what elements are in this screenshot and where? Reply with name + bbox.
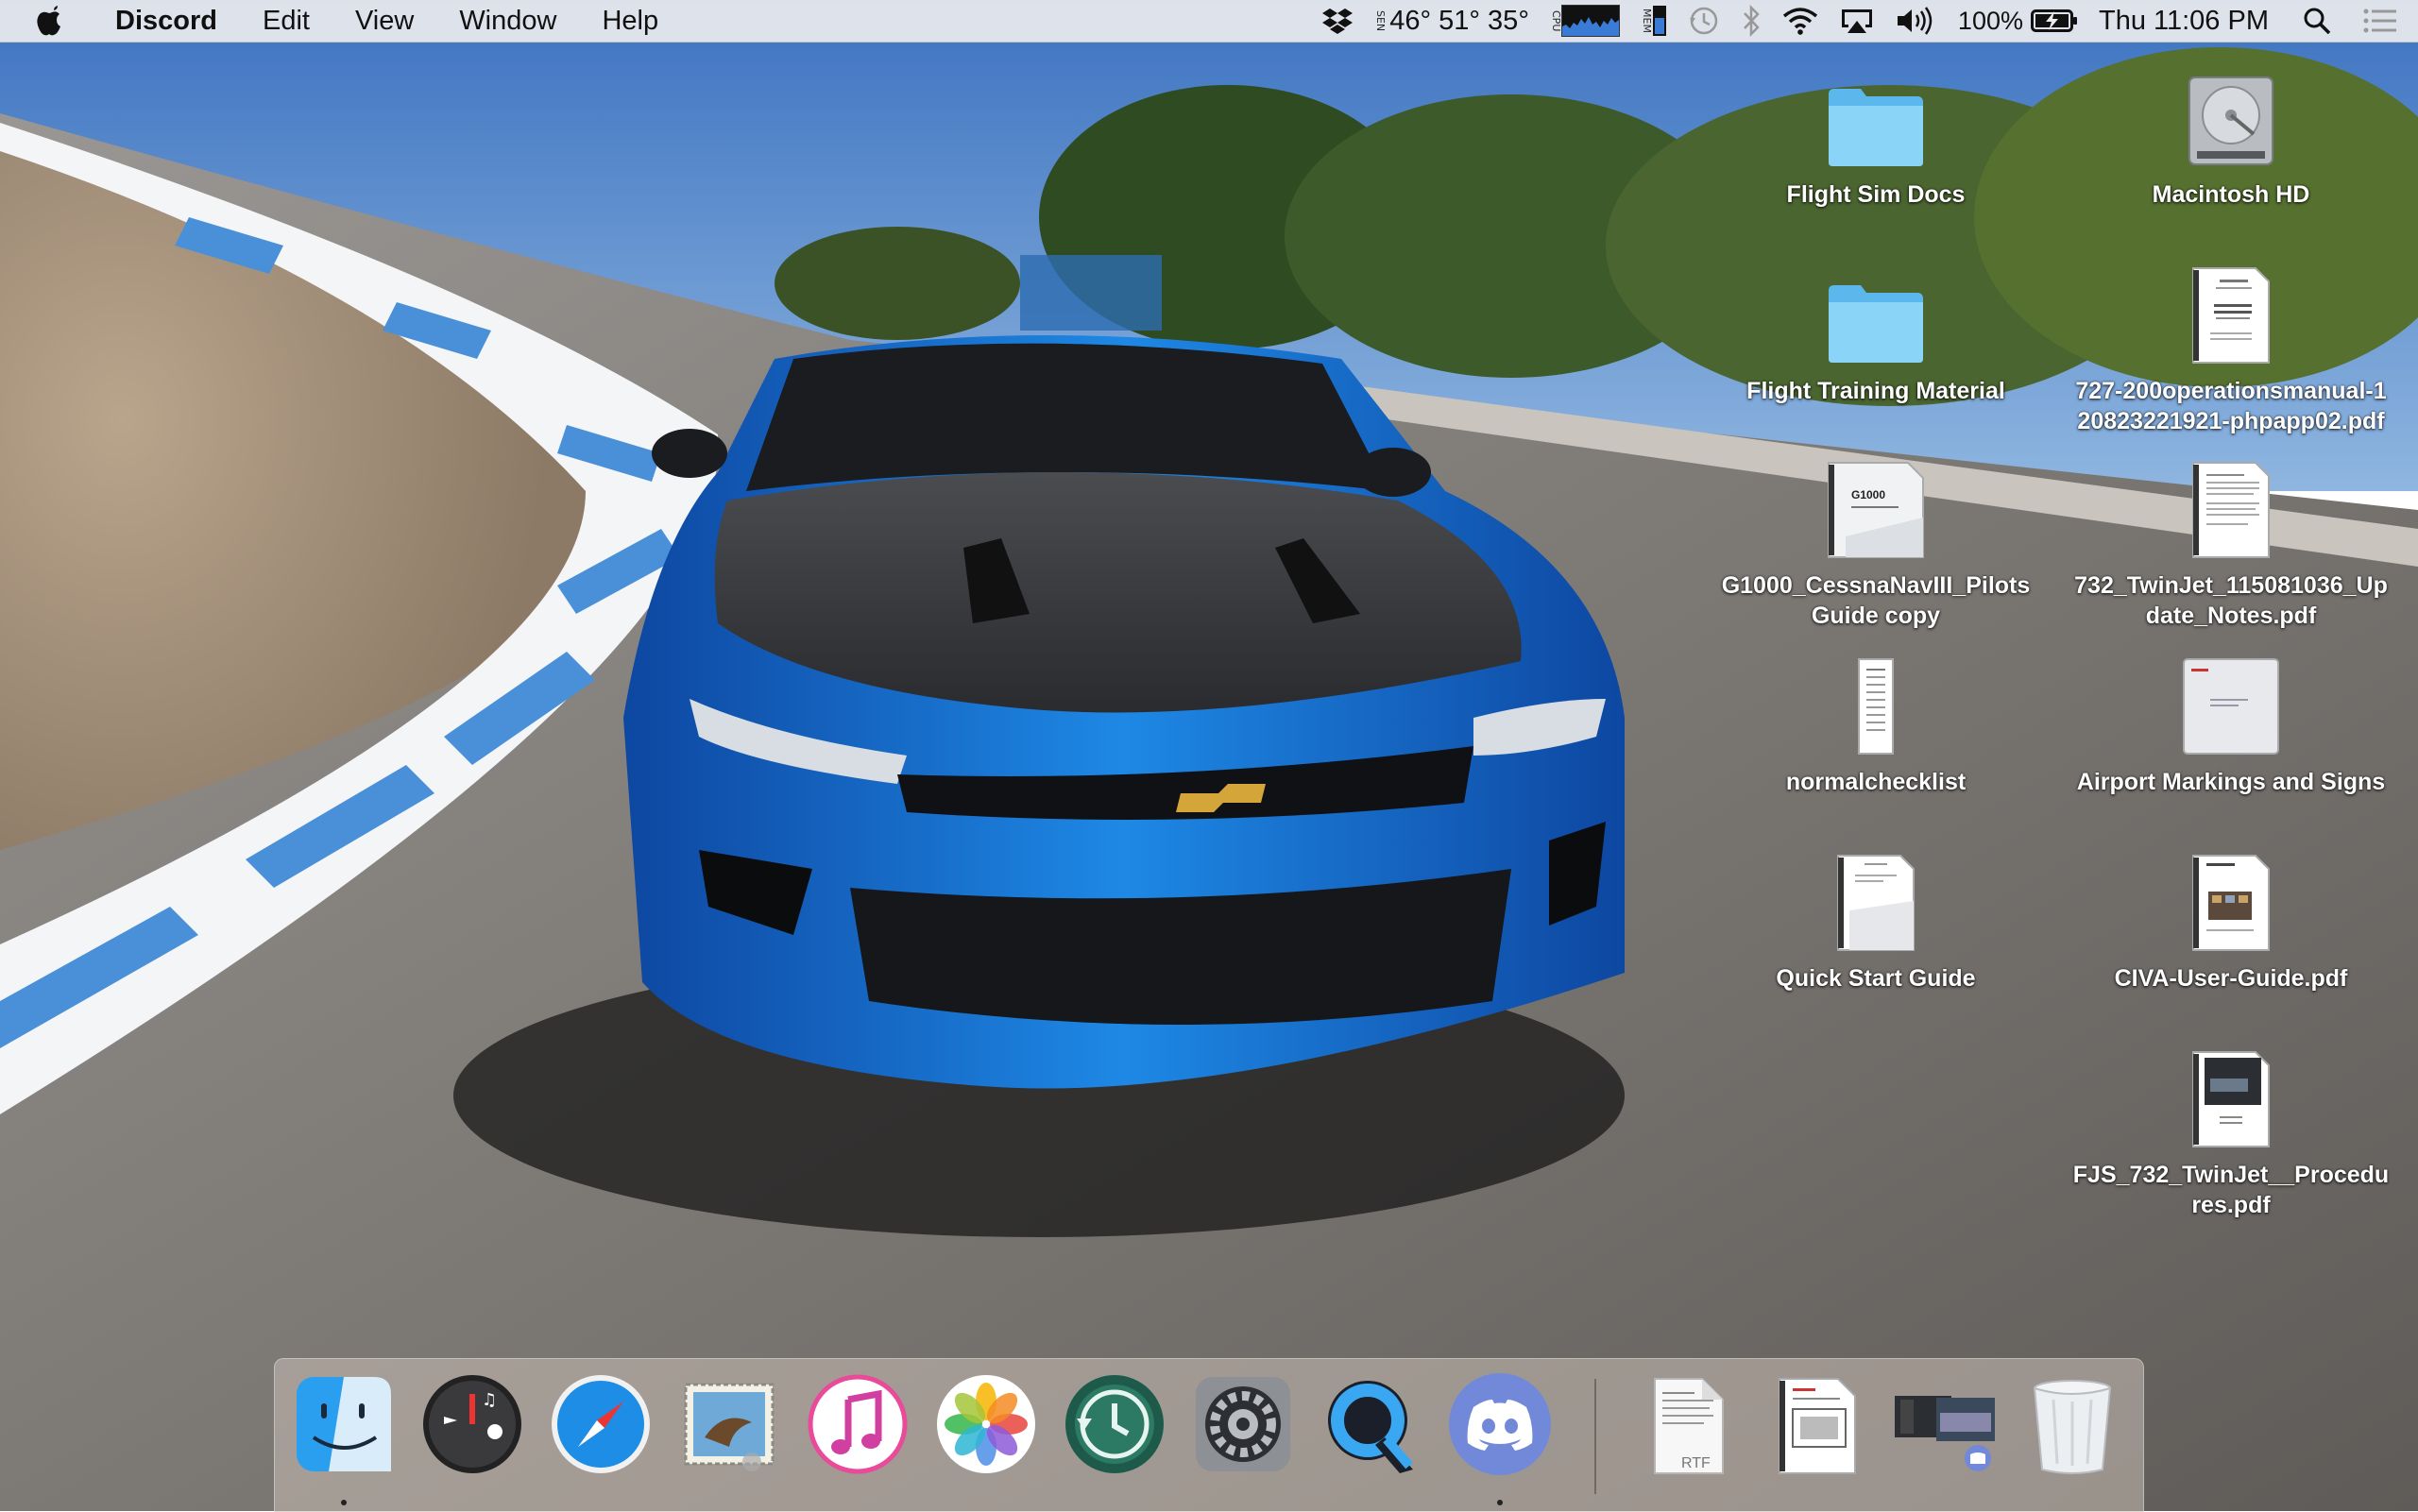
desktop-icon-flight-sim-docs[interactable]: Flight Sim Docs xyxy=(1706,62,2046,210)
menu-bar: Discord Edit View Window Help SEN 46° 51… xyxy=(0,0,2418,42)
system-preferences-icon xyxy=(1196,1377,1290,1471)
pdf-document-icon xyxy=(2192,267,2270,364)
icon-label: Airport Markings and Signs xyxy=(2076,769,2386,795)
volume-icon[interactable] xyxy=(1896,0,1937,42)
dock-item-itunes[interactable] xyxy=(805,1371,911,1477)
icon-label: CIVA-User-Guide.pdf xyxy=(2114,965,2348,992)
dock-item-time-machine[interactable] xyxy=(1062,1371,1167,1477)
icon-label: Quick Start Guide xyxy=(1776,965,1976,992)
desktop-wallpaper xyxy=(0,0,2418,1511)
g1000-thumb-text: G1000 xyxy=(1851,488,1885,501)
pdf-document-icon xyxy=(2192,462,2270,558)
pdf-document-icon xyxy=(2192,1051,2270,1147)
memory-bar-icon xyxy=(1652,6,1666,36)
desktop-icon-civa-user-guide[interactable]: CIVA-User-Guide.pdf xyxy=(2061,846,2401,994)
dock-separator xyxy=(1594,1379,1596,1494)
notification-center-icon[interactable] xyxy=(2363,0,2397,42)
mem-label: MEM xyxy=(1640,8,1653,33)
cpu-graph-icon xyxy=(1560,5,1620,37)
pdf-document-icon xyxy=(1779,1378,1856,1474)
discord-icon xyxy=(1449,1373,1551,1475)
downloads-stack-icon xyxy=(1895,1396,1995,1471)
pdf-document-icon: G1000 xyxy=(1828,462,1924,558)
desktop-icon-quick-start-guide[interactable]: Quick Start Guide xyxy=(1706,846,2046,994)
desktop-icon-airport-markings[interactable]: Airport Markings and Signs xyxy=(2061,650,2401,797)
dashboard-icon: ♫ xyxy=(423,1375,521,1473)
dock-item-trash[interactable] xyxy=(2019,1371,2125,1477)
icon-label: 727-200operationsmanual-120823221921-php… xyxy=(2075,378,2387,434)
dock-item-quicktime[interactable] xyxy=(1319,1371,1424,1477)
dock-item-system-preferences[interactable] xyxy=(1190,1371,1296,1477)
desktop-icon-727-manual-pdf[interactable]: 727-200operationsmanual-120823221921-php… xyxy=(2061,259,2401,436)
folder-icon xyxy=(1829,285,1923,363)
icon-label: Flight Training Material xyxy=(1746,378,2005,404)
menu-help[interactable]: Help xyxy=(579,0,681,42)
app-menu-discord[interactable]: Discord xyxy=(100,0,240,42)
dock-stack-pdf-document[interactable] xyxy=(1762,1371,1868,1477)
time-machine-menu-icon[interactable] xyxy=(1688,0,1720,42)
hard-drive-icon xyxy=(2188,76,2273,165)
time-machine-icon xyxy=(1065,1375,1164,1473)
safari-icon xyxy=(552,1375,650,1473)
rtf-document-icon: RTF xyxy=(1654,1378,1724,1474)
dock-stack-rtf-document[interactable]: RTF xyxy=(1634,1371,1740,1477)
discord-running-indicator xyxy=(1497,1500,1503,1505)
rtf-label: RTF xyxy=(1681,1455,1711,1471)
airplay-icon[interactable] xyxy=(1839,0,1875,42)
icon-label: normalchecklist xyxy=(1785,769,1967,795)
dock-item-photos[interactable] xyxy=(933,1371,1039,1477)
itunes-icon xyxy=(808,1374,908,1474)
desktop-icon-fjs-732-procedures[interactable]: FJS_732_TwinJet__Procedures.pdf xyxy=(2061,1043,2401,1220)
battery-charging-icon xyxy=(2030,9,2077,32)
memory-monitor-menu[interactable]: MEM xyxy=(1641,0,1667,42)
mail-icon xyxy=(684,1383,775,1471)
dock-item-mail[interactable] xyxy=(676,1371,782,1477)
pdf-document-icon xyxy=(1837,855,1915,951)
dock-item-discord[interactable] xyxy=(1447,1371,1553,1477)
pdf-document-icon xyxy=(2192,855,2270,951)
document-icon xyxy=(2183,658,2279,755)
temperature-sensor-menu[interactable]: SEN 46° 51° 35° xyxy=(1374,0,1529,42)
desktop-icon-732-update-notes[interactable]: 732_TwinJet_115081036_Update_Notes.pdf xyxy=(2061,453,2401,631)
menu-edit[interactable]: Edit xyxy=(240,0,332,42)
folder-icon xyxy=(1829,89,1923,166)
battery-menu[interactable]: 100% xyxy=(1958,0,2078,42)
dock-item-safari[interactable] xyxy=(548,1371,654,1477)
spotlight-search-icon[interactable] xyxy=(2303,0,2331,42)
icon-label: FJS_732_TwinJet__Procedures.pdf xyxy=(2072,1162,2390,1218)
icon-label: Flight Sim Docs xyxy=(1786,181,1966,208)
dock-stack-downloads[interactable] xyxy=(1891,1371,1997,1477)
apple-menu-icon[interactable] xyxy=(36,6,62,36)
dropbox-icon[interactable] xyxy=(1321,0,1354,42)
cpu-monitor-menu[interactable]: CPU xyxy=(1550,0,1620,42)
wifi-icon[interactable] xyxy=(1782,0,1818,42)
menu-window[interactable]: Window xyxy=(436,0,579,42)
menu-view[interactable]: View xyxy=(332,0,436,42)
desktop-icon-normalchecklist[interactable]: normalchecklist xyxy=(1706,650,2046,797)
battery-percent: 100% xyxy=(1957,6,2023,35)
desktop-icon-macintosh-hd[interactable]: Macintosh HD xyxy=(2061,62,2401,210)
photos-icon xyxy=(937,1375,1035,1473)
sensor-label: SEN xyxy=(1374,9,1388,32)
desktop-icon-g1000-pilots-guide[interactable]: G1000 G1000_CessnaNavIII_PilotsGuide cop… xyxy=(1706,453,2046,631)
quicktime-icon xyxy=(1328,1381,1413,1473)
cpu-label: CPU xyxy=(1549,9,1562,32)
temperature-readout: 46° 51° 35° xyxy=(1389,5,1529,36)
bluetooth-icon[interactable] xyxy=(1741,0,1762,42)
dock-item-dashboard[interactable]: ♫ xyxy=(419,1371,525,1477)
clock-text: Thu 11:06 PM xyxy=(2098,5,2269,36)
clock-menu[interactable]: Thu 11:06 PM xyxy=(2099,0,2269,42)
finder-running-indicator xyxy=(341,1500,347,1505)
document-icon xyxy=(1858,658,1894,755)
desktop-icon-flight-training-material[interactable]: Flight Training Material xyxy=(1706,259,2046,406)
finder-icon xyxy=(297,1377,391,1471)
dock-item-finder[interactable] xyxy=(291,1371,397,1477)
icon-label: Macintosh HD xyxy=(2152,181,2310,208)
icon-label: 732_TwinJet_115081036_Update_Notes.pdf xyxy=(2074,572,2388,629)
trash-icon xyxy=(2033,1380,2112,1474)
icon-label: G1000_CessnaNavIII_PilotsGuide copy xyxy=(1721,572,2031,629)
svg-text:♫: ♫ xyxy=(482,1390,497,1410)
